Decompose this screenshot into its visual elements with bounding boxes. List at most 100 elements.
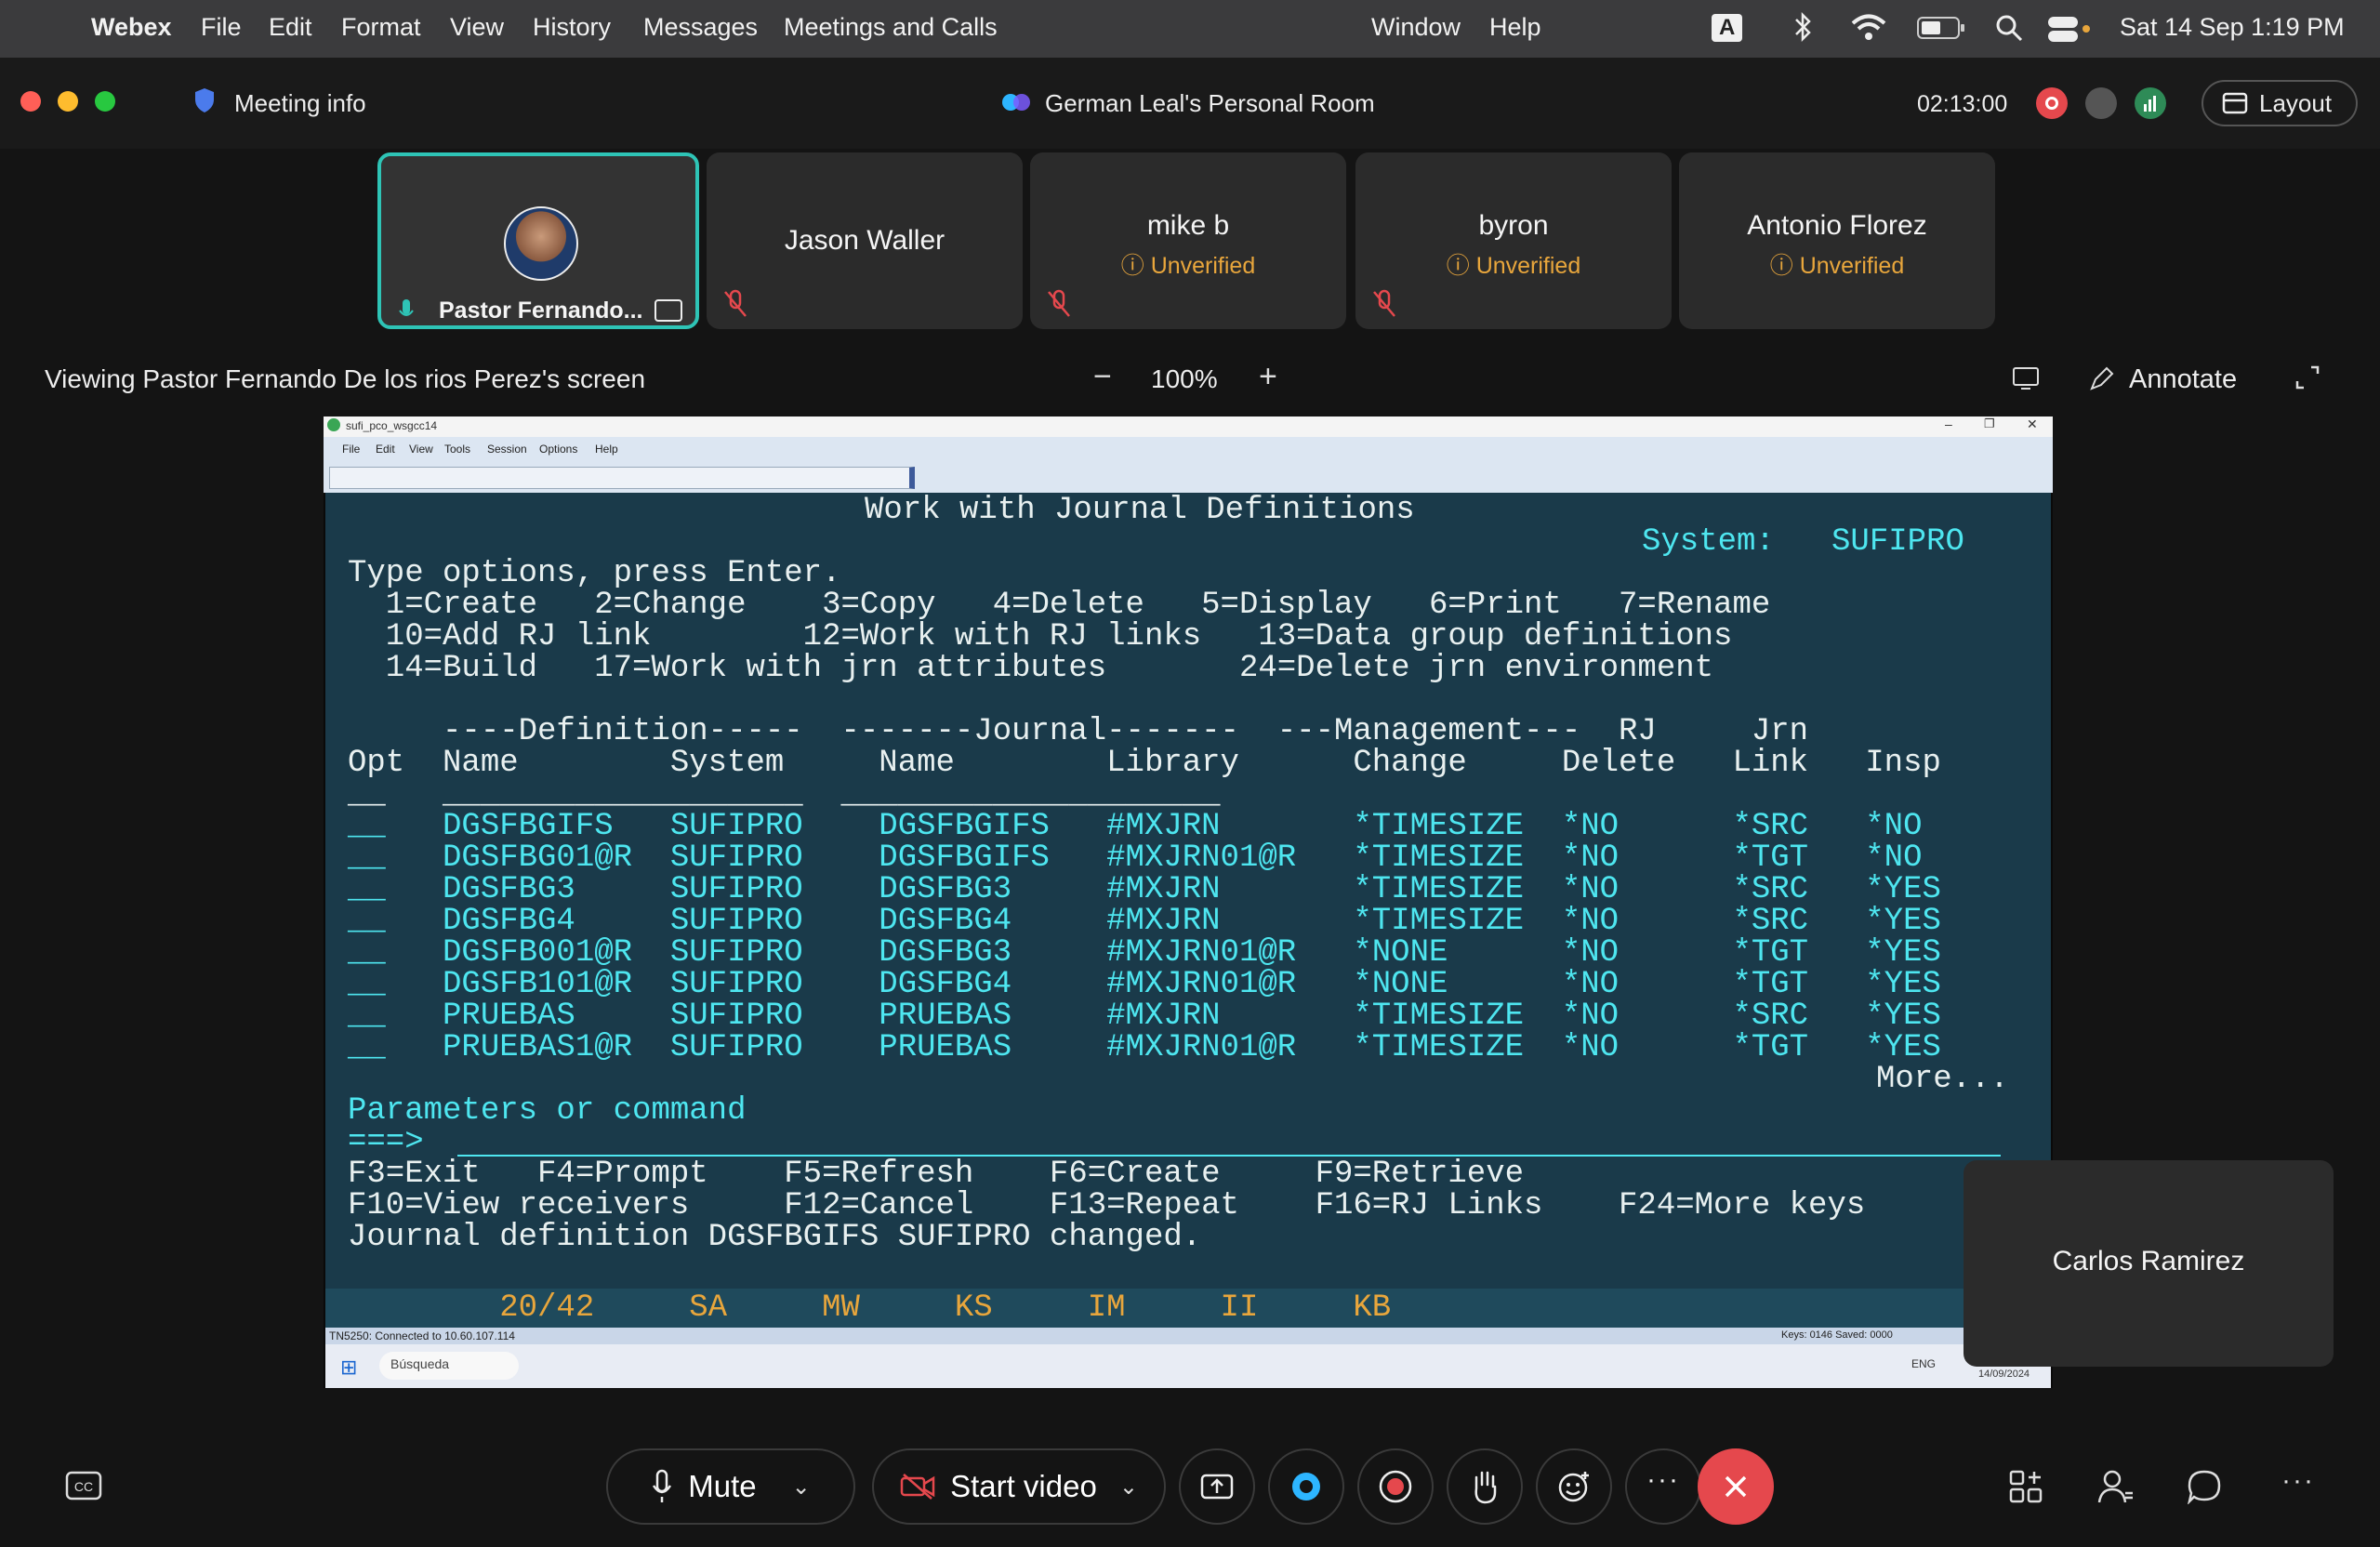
chat-icon[interactable]: [2187, 1469, 2222, 1509]
participant-tile-mike-b[interactable]: mike b ⓘ Unverified: [1030, 152, 1346, 329]
menu-view[interactable]: View: [450, 13, 504, 42]
menu-help[interactable]: Help: [1489, 13, 1541, 42]
reactions-button[interactable]: [1536, 1448, 1612, 1525]
close-window-button[interactable]: [20, 91, 41, 112]
zoom-window-button[interactable]: [95, 91, 115, 112]
table-row[interactable]: __ DGSFBG01@R SUFIPRO DGSFBGIFS #MXJRN01…: [348, 842, 1922, 874]
start-video-button[interactable]: Start video ⌄: [872, 1448, 1166, 1525]
annotate-pen-icon: [2088, 364, 2116, 397]
participant-tile-antonio-florez[interactable]: Antonio Florez ⓘ Unverified: [1679, 152, 1995, 329]
battery-icon[interactable]: [1917, 16, 1965, 46]
remote-close-button[interactable]: ✕: [2027, 416, 2038, 432]
connection-status: TN5250: Connected to 10.60.107.114: [329, 1329, 515, 1342]
share-content-button[interactable]: [1179, 1448, 1255, 1525]
remote-toolbar-icons[interactable]: [329, 467, 915, 489]
table-row[interactable]: __ DGSFBGIFS SUFIPRO DGSFBGIFS #MXJRN *T…: [348, 811, 1922, 842]
apps-icon[interactable]: [2008, 1469, 2043, 1509]
status-text: Unverified: [1150, 253, 1256, 279]
close-icon: [1725, 1475, 1747, 1498]
windows-taskbar: ⊞ Búsqueda ENG 14/09/2024: [325, 1344, 2051, 1388]
windows-start-icon[interactable]: ⊞: [340, 1355, 357, 1380]
menubar-clock[interactable]: Sat 14 Sep 1:19 PM: [2120, 13, 2345, 42]
meeting-info-button[interactable]: Meeting info: [234, 89, 366, 118]
menu-window[interactable]: Window: [1371, 13, 1461, 42]
wifi-icon[interactable]: [1850, 13, 1887, 47]
menu-meetings-and-calls[interactable]: Meetings and Calls: [784, 13, 998, 42]
control-center-icon[interactable]: [2047, 15, 2092, 49]
chevron-down-icon[interactable]: ⌄: [1119, 1474, 1138, 1501]
emoji-icon: [1558, 1472, 1589, 1502]
menu-app-webex[interactable]: Webex: [91, 13, 172, 42]
instructions: Type options, press Enter.: [348, 556, 841, 591]
network-stats-icon[interactable]: [2135, 87, 2166, 119]
participant-name: Antonio Florez: [1747, 210, 1927, 241]
participant-tile-pastor-fernando[interactable]: Pastor Fernando...: [377, 152, 699, 329]
chevron-down-icon[interactable]: ⌄: [792, 1474, 811, 1501]
ai-assistant-button[interactable]: [1268, 1448, 1344, 1525]
record-button[interactable]: [1357, 1448, 1434, 1525]
participant-name: byron: [1478, 210, 1549, 241]
table-row[interactable]: __ DGSFBG3 SUFIPRO DGSFBG3 #MXJRN *TIMES…: [348, 874, 1941, 906]
more-icon[interactable]: ···: [2281, 1465, 2315, 1497]
options-line-3: 14=Build 17=Work with jrn attributes 24=…: [348, 651, 1714, 686]
remote-menu-help[interactable]: Help: [595, 443, 618, 456]
unverified-status: ⓘ Unverified: [1355, 247, 1672, 281]
terminal-5250-screen[interactable]: Work with Journal Definitions System: SU…: [325, 493, 2051, 1328]
zoom-in-button[interactable]: +: [1259, 359, 1277, 395]
remote-menu-options[interactable]: Options: [539, 443, 577, 456]
command-prompt: ===>: [348, 1125, 424, 1160]
menu-history[interactable]: History: [533, 13, 611, 42]
security-indicator-icon[interactable]: [2085, 87, 2117, 119]
menu-file[interactable]: File: [201, 13, 242, 42]
table-row[interactable]: __ DGSFB101@R SUFIPRO DGSFBG4 #MXJRN01@R…: [348, 969, 1941, 1000]
menu-messages[interactable]: Messages: [643, 13, 758, 42]
table-row[interactable]: __ DGSFBG4 SUFIPRO DGSFBG4 #MXJRN *TIMES…: [348, 906, 1941, 937]
layout-button[interactable]: Layout: [2202, 80, 2358, 126]
remote-menu-tools[interactable]: Tools: [444, 443, 470, 456]
remote-minimize-button[interactable]: –: [1945, 416, 1952, 431]
remote-menu-file[interactable]: File: [342, 443, 360, 456]
remote-menu-view[interactable]: View: [409, 443, 433, 456]
annotate-button[interactable]: Annotate: [2129, 364, 2237, 395]
more-options-button[interactable]: ···: [1625, 1448, 1701, 1525]
more-indicator: More...: [1876, 1062, 2009, 1097]
spotlight-search-icon[interactable]: [1995, 14, 2023, 48]
closed-captions-icon[interactable]: CC: [65, 1471, 102, 1505]
recording-indicator-icon[interactable]: [2036, 87, 2068, 119]
zoom-out-button[interactable]: −: [1093, 359, 1112, 395]
bluetooth-icon[interactable]: [1793, 11, 1812, 49]
remote-menu-session[interactable]: Session: [487, 443, 527, 456]
participant-tile-byron[interactable]: byron ⓘ Unverified: [1355, 152, 1672, 329]
taskbar-app-icons[interactable]: [526, 1352, 1679, 1380]
record-icon: [1379, 1470, 1412, 1503]
floating-participant-tile[interactable]: Carlos Ramirez: [1964, 1160, 2334, 1367]
table-row[interactable]: __ PRUEBAS1@R SUFIPRO PRUEBAS #MXJRN01@R…: [348, 1032, 1941, 1064]
video-off-icon: [900, 1474, 935, 1500]
remote-restore-button[interactable]: ❐: [1984, 416, 1995, 431]
participant-name: Carlos Ramirez: [2052, 1246, 2245, 1276]
room-title: German Leal's Personal Room: [1045, 89, 1375, 117]
hand-icon: [1474, 1471, 1497, 1504]
raise-hand-button[interactable]: [1447, 1448, 1523, 1525]
taskbar-search[interactable]: Búsqueda: [390, 1356, 449, 1371]
remote-menu-edit[interactable]: Edit: [376, 443, 395, 456]
remote-control-icon[interactable]: [2012, 366, 2040, 395]
menu-edit[interactable]: Edit: [269, 13, 312, 42]
minimize-window-button[interactable]: [58, 91, 78, 112]
leave-meeting-button[interactable]: [1698, 1448, 1774, 1525]
fullscreen-icon[interactable]: [2294, 364, 2320, 395]
mute-button[interactable]: Mute ⌄: [606, 1448, 855, 1525]
input-source-icon[interactable]: A: [1712, 14, 1743, 42]
participants-icon[interactable]: [2097, 1469, 2135, 1509]
table-row[interactable]: __ DGSFB001@R SUFIPRO DGSFBG3 #MXJRN01@R…: [348, 937, 1941, 969]
viewing-screen-label: Viewing Pastor Fernando De los rios Pere…: [45, 364, 646, 393]
svg-text:CC: CC: [74, 1479, 93, 1494]
remote-menu-toolbar: File Edit View Tools Session Options Hel…: [324, 437, 2053, 493]
terminal-app-icon: [327, 418, 340, 431]
participant-tile-jason-waller[interactable]: Jason Waller: [707, 152, 1023, 329]
menu-format[interactable]: Format: [341, 13, 421, 42]
screen-title: Work with Journal Definitions: [865, 493, 1415, 528]
remote-window-title: sufi_pco_wsgcc14: [346, 419, 438, 432]
mute-label: Mute: [688, 1469, 757, 1503]
table-row[interactable]: __ PRUEBAS SUFIPRO PRUEBAS #MXJRN *TIMES…: [348, 1000, 1941, 1032]
